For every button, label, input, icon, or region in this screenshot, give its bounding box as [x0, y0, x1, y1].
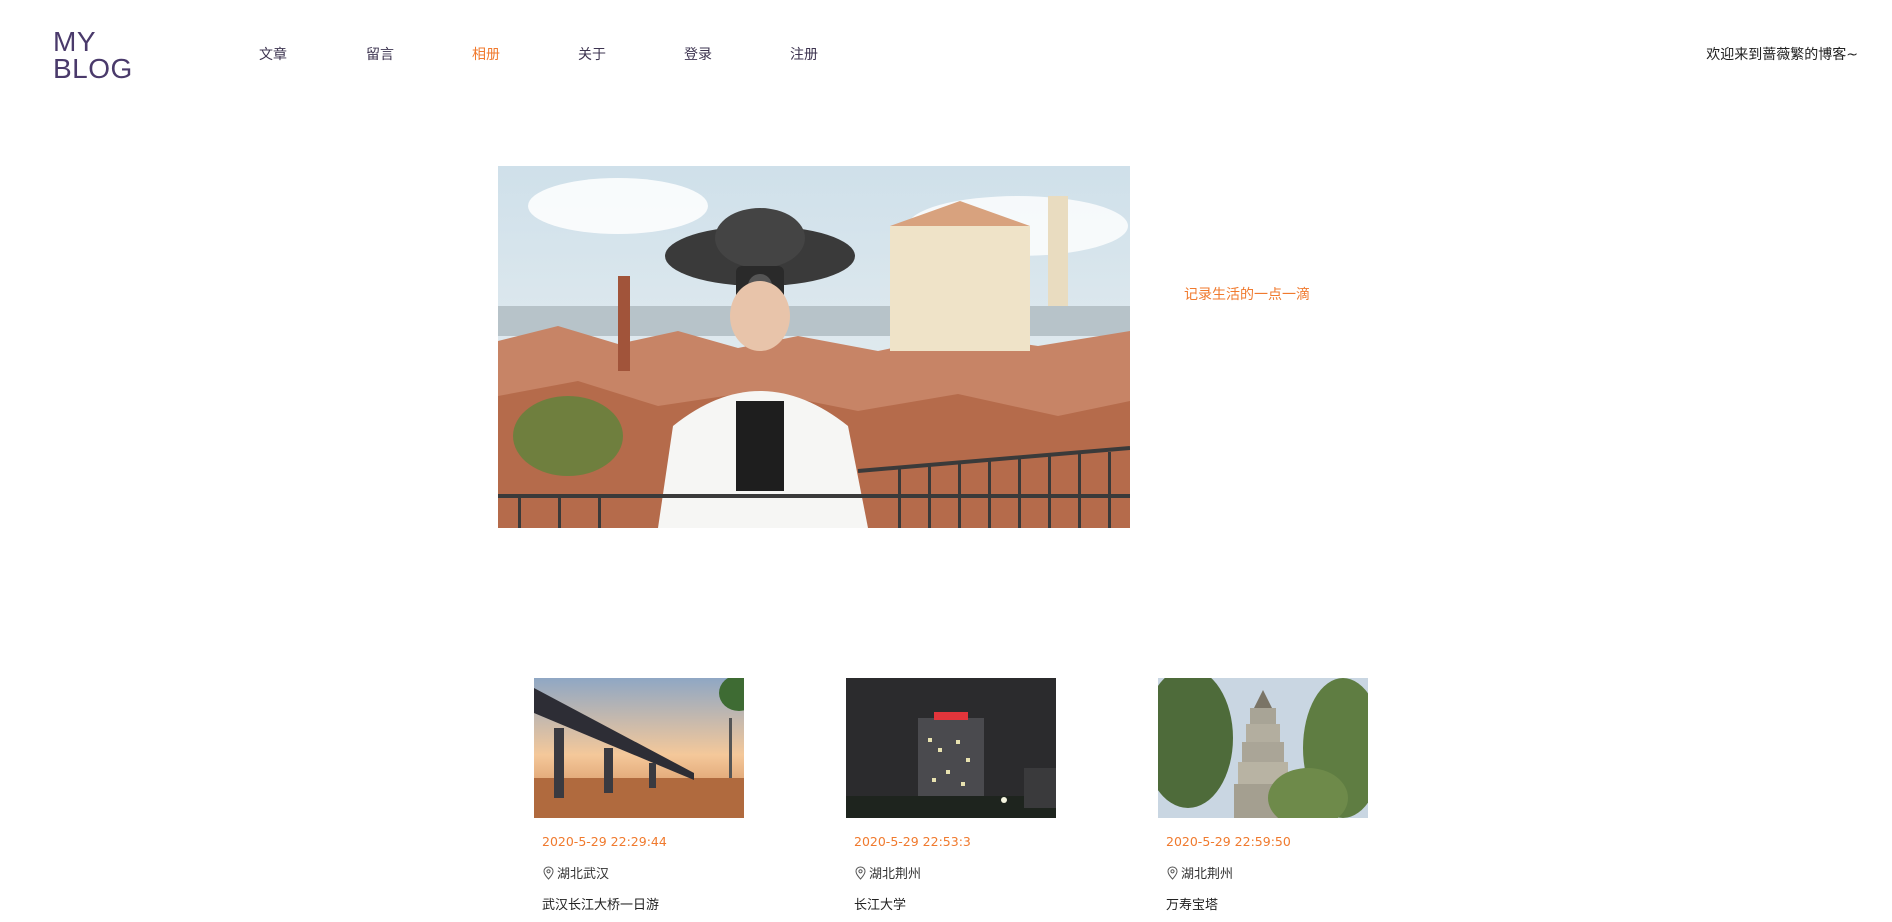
album-thumbnail-pagoda[interactable] [1158, 678, 1368, 818]
album-thumbnail-bridge[interactable] [534, 678, 744, 818]
logo-line-1: MY [53, 26, 96, 57]
location-pin-icon [1167, 865, 1178, 880]
photo-title[interactable]: 万寿宝塔 [1166, 894, 1368, 913]
photo-location: 湖北荆州 [854, 863, 1056, 882]
nav-item-register[interactable]: 注册 [790, 44, 818, 64]
nav-item-about[interactable]: 关于 [578, 44, 606, 64]
photo-title[interactable]: 长江大学 [854, 894, 1056, 913]
photo-location-label: 湖北武汉 [557, 867, 610, 882]
photo-location: 湖北荆州 [1166, 863, 1368, 882]
nav-item-articles[interactable]: 文章 [259, 44, 287, 64]
photo-date: 2020-5-29 22:59:50 [1166, 834, 1291, 849]
photo-title[interactable]: 武汉长江大桥一日游 [542, 894, 744, 913]
photo-location-label: 湖北荆州 [869, 867, 922, 882]
photo-location-label: 湖北荆州 [1181, 867, 1234, 882]
hero-tagline: 记录生活的一点一滴 [1184, 287, 1310, 303]
welcome-text: 欢迎来到蔷薇繁的博客~ [1706, 47, 1858, 63]
logo-line-2: BLOG [53, 53, 133, 84]
album-card[interactable]: 2020-5-29 22:53:3 湖北荆州 长江大学 [846, 678, 1056, 913]
location-pin-icon [855, 865, 866, 880]
album-card[interactable]: 2020-5-29 22:29:44 湖北武汉 武汉长江大桥一日游 [534, 678, 744, 913]
album-thumbnail-university[interactable] [846, 678, 1056, 818]
nav-item-messages[interactable]: 留言 [366, 44, 394, 64]
album-card[interactable]: 2020-5-29 22:59:50 湖北荆州 万寿宝塔 [1158, 678, 1368, 913]
nav-item-login[interactable]: 登录 [684, 44, 712, 64]
location-pin-icon [543, 865, 554, 880]
photo-date: 2020-5-29 22:53:3 [854, 834, 971, 849]
site-logo[interactable]: MY BLOG [53, 26, 133, 84]
photo-location: 湖北武汉 [542, 863, 744, 882]
hero-image [498, 166, 1130, 528]
photo-date: 2020-5-29 22:29:44 [542, 834, 667, 849]
nav-item-album[interactable]: 相册 [472, 44, 500, 64]
